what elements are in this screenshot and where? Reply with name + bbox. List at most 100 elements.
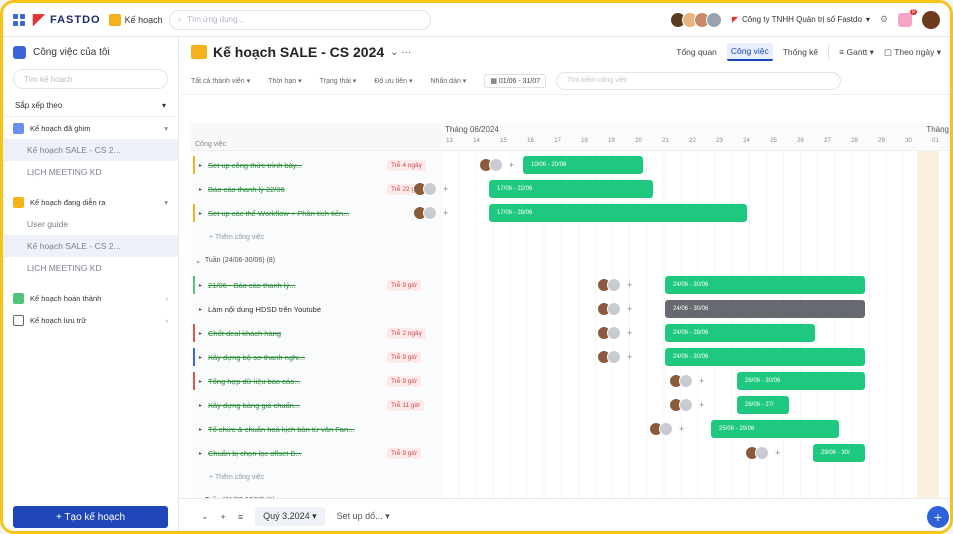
assignees[interactable]: + [745,446,780,460]
add-fab-button[interactable]: + [927,506,949,528]
task-name[interactable]: ▸ Chuẩn bị chọn lọc offset B... [199,449,302,458]
tab-overview[interactable]: Tổng quan [676,47,717,57]
add-assignee-icon[interactable]: + [699,376,704,386]
sidebar-item-plan[interactable]: Kế hoạch SALE - CS 2... [3,235,178,257]
assignees[interactable]: + [669,398,704,412]
date-range-picker[interactable]: ▦ 01/06 - 31/07 [484,73,547,88]
day-view-dropdown[interactable]: ▢ Theo ngày ▾ [884,47,941,58]
assignees[interactable]: + [597,350,632,364]
brand-logo[interactable]: ◤ FASTDO [33,12,101,27]
expand-icon[interactable]: ▸ [199,162,202,169]
task-name[interactable]: ▸ 21/06 - Báo cáo thanh lý... [199,281,296,290]
add-assignee-icon[interactable]: + [699,400,704,410]
add-assignee-icon[interactable]: + [627,352,632,362]
expand-icon[interactable]: ▸ [199,330,202,337]
sort-dropdown[interactable]: Sắp xếp theo ▾ [3,95,178,117]
gantt-bar[interactable]: 17/06 - 22/06 [489,180,653,198]
expand-icon[interactable]: ▸ [199,354,202,361]
expand-icon[interactable]: ▸ [199,402,202,409]
filter-priority[interactable]: Độ ưu tiên ▾ [374,77,412,85]
task-name[interactable]: ▸ Tổ chức & chuẩn hoá kịch bản từ văn Fan… [199,425,354,434]
tab-setup[interactable]: Set up dố... ▾ [337,511,390,522]
expand-icon[interactable]: ▸ [199,306,202,313]
add-assignee-icon[interactable]: + [443,184,448,194]
gantt-view-dropdown[interactable]: ≡ Gantt ▾ [839,47,874,58]
task-name[interactable]: ▸ Chốt deal khách hàng [199,329,281,338]
task-name[interactable]: ▸ Báo cáo thanh lý 22/06 [199,185,285,194]
expand-icon[interactable]: ▸ [199,426,202,433]
assignees[interactable]: + [597,278,632,292]
settings-icon[interactable]: ⚙ [880,14,888,25]
menu-icon[interactable]: ≡ [238,512,243,522]
gantt-bar[interactable]: 25/06 - 29/06 [711,420,839,438]
task-name[interactable]: ▸ Xây dựng bộ sơ thanh nghi... [199,353,305,362]
task-name[interactable]: ▸ Tổng hợp dữ liệu báo cáo... [199,377,301,386]
sidebar-item-plan[interactable]: LỊCH MEETING KD [3,257,178,279]
gantt-bar[interactable]: 17/06 - 28/06 [489,204,747,222]
add-assignee-icon[interactable]: + [443,208,448,218]
gantt-bar[interactable]: 24/06 - 30/06 [665,300,865,318]
add-task-button[interactable]: + Thêm công việc [209,474,264,481]
sidebar-item-plan[interactable]: Kế hoạch SALE - CS 2... [3,139,178,161]
filter-status[interactable]: Trạng thái ▾ [320,77,357,85]
expand-icon[interactable]: ▸ [199,186,202,193]
company-switcher[interactable]: ◤ Công ty TNHH Quản trị số Fastdo ▾ [732,15,870,24]
gantt-bar[interactable]: 29/06 - 30/ [813,444,865,462]
gantt-bar[interactable]: 24/06 - 28/06 [665,324,815,342]
my-work-link[interactable]: Công việc của tôi [3,37,178,67]
expand-icon[interactable]: ▸ [199,450,202,457]
tab-stats[interactable]: Thống kê [783,47,818,57]
filter-deadline[interactable]: Thời hạn ▾ [268,77,301,85]
notification-icon[interactable]: 9 [898,8,917,27]
gantt-bar[interactable]: 10/06 - 20/06 [523,156,643,174]
group-completed[interactable]: Kế hoạch hoàn thành › [3,287,178,309]
chevron-down-icon[interactable]: ⌄ [201,511,209,522]
gantt-bar[interactable]: 26/06 - 30/06 [737,372,865,390]
add-assignee-icon[interactable]: + [509,160,514,170]
assignees[interactable]: + [597,302,632,316]
gantt-bar[interactable]: 24/06 - 30/06 [665,276,865,294]
table-row: ▸ Tổ chức & chuẩn hoá kịch bản từ văn Fan… [191,417,950,441]
online-members[interactable] [669,11,722,28]
apps-grid-icon[interactable] [13,13,25,26]
add-assignee-icon[interactable]: + [627,280,632,290]
assignees[interactable]: + [649,422,684,436]
add-tab-icon[interactable]: + [221,512,226,522]
week-group-toggle[interactable]: ⌄ Tuần (24/06-30/06) (8) [195,257,275,265]
tab-tasks[interactable]: Công việc [726,43,773,61]
group-ongoing[interactable]: Kế hoạch đang diễn ra ▾ [3,191,178,213]
assignees[interactable]: + [413,206,448,220]
app-search-input[interactable]: ⌕ Tìm ứng dụng... [168,9,431,30]
add-assignee-icon[interactable]: + [627,328,632,338]
expand-icon[interactable]: ▸ [199,282,202,289]
task-name[interactable]: ▸ Làm nội dung HDSD trên Youtube [199,305,321,314]
add-assignee-icon[interactable]: + [679,424,684,434]
filter-members[interactable]: Tất cả thành viên ▾ [191,77,250,85]
task-name[interactable]: ▸ Set up các thể Workflow + Phân tích tiế… [199,209,349,218]
group-pinned[interactable]: Kế hoạch đã ghim ▾ [3,117,178,139]
create-plan-button[interactable]: + Tạo kế hoạch [13,506,168,528]
breadcrumb[interactable]: Kế hoạch [108,13,163,26]
sidebar-item-plan[interactable]: LỊCH MEETING KD [3,161,178,183]
tab-quarter[interactable]: Quý 3.2024 ▾ [255,507,325,526]
assignees[interactable]: + [479,158,514,172]
task-search-input[interactable]: Tìm kiếm công việc [556,71,842,90]
expand-icon[interactable]: ▸ [199,378,202,385]
gantt-bar[interactable]: 24/06 - 30/06 [665,348,865,366]
add-assignee-icon[interactable]: + [775,448,780,458]
assignees[interactable]: + [597,326,632,340]
filter-labels[interactable]: Nhãn dán ▾ [431,77,467,85]
group-archived[interactable]: Kế hoạch lưu trữ › [3,309,178,331]
task-name[interactable]: ▸ Set up công thức trình bày... [199,161,302,170]
add-task-button[interactable]: + Thêm công việc [209,234,264,241]
assignees[interactable]: + [413,182,448,196]
assignees[interactable]: + [669,374,704,388]
task-name[interactable]: ▸ Xây dựng bảng giá chuẩn... [199,401,300,410]
user-avatar[interactable] [922,10,940,29]
plan-search-input[interactable]: Tìm kế hoạch [13,69,168,89]
add-assignee-icon[interactable]: + [627,304,632,314]
sidebar-item-plan[interactable]: User guide [3,213,178,235]
expand-icon[interactable]: ▸ [199,210,202,217]
gantt-bar[interactable]: 26/06 - 27/ [737,396,789,414]
title-chevron-down-icon[interactable]: ⌄ ··· [390,47,411,58]
